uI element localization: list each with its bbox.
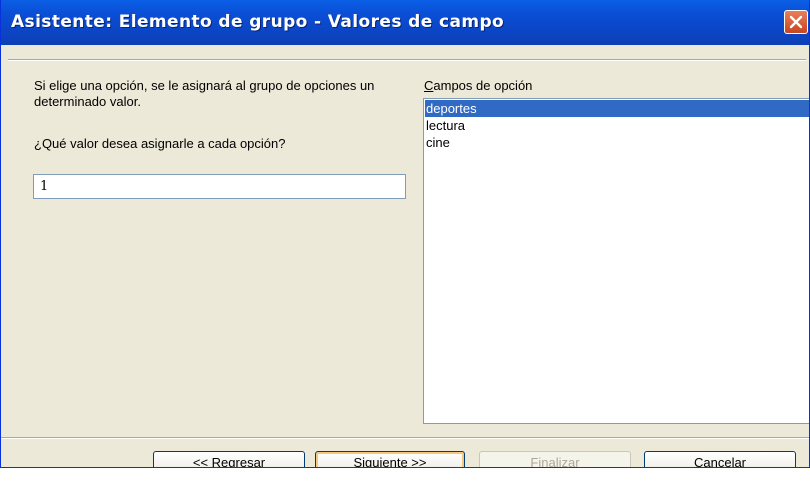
description-text: Si elige una opción, se le asignará al g… <box>34 78 375 109</box>
back-button-prefix: << <box>192 455 212 468</box>
option-fields-label-rest: ampos de opción <box>433 78 533 93</box>
next-button[interactable]: Siguiente >> <box>315 451 465 468</box>
cancel-button[interactable]: Cancelar <box>644 451 796 467</box>
title-bar[interactable]: Asistente: Elemento de grupo - Valores d… <box>1 0 809 45</box>
option-fields-list[interactable]: deportes lectura cine <box>423 98 809 424</box>
list-item[interactable]: deportes <box>425 100 809 117</box>
back-button-rest: egresar <box>221 455 266 468</box>
value-input[interactable] <box>33 174 406 199</box>
next-button-rest: iguiente >> <box>362 455 427 468</box>
close-icon <box>789 15 803 29</box>
option-fields-label-accel: C <box>424 78 434 93</box>
list-item[interactable]: lectura <box>425 117 809 134</box>
back-button[interactable]: << Regresar <box>153 451 305 468</box>
back-button-accel: R <box>211 455 222 468</box>
next-button-accel: S <box>353 455 363 468</box>
top-separator <box>8 59 806 61</box>
bottom-separator <box>1 437 809 439</box>
close-button[interactable] <box>784 10 808 34</box>
dialog-window: Asistente: Elemento de grupo - Valores d… <box>0 0 810 468</box>
list-item[interactable]: cine <box>425 134 809 151</box>
finish-button: Finalizar <box>479 451 631 468</box>
question-text: ¿Qué valor desea asignarle a cada opción… <box>34 136 286 151</box>
finish-button-rest: inalizar <box>538 455 580 468</box>
window-title: Asistente: Elemento de grupo - Valores d… <box>11 12 505 32</box>
option-fields-label: Campos de opción <box>424 78 532 93</box>
